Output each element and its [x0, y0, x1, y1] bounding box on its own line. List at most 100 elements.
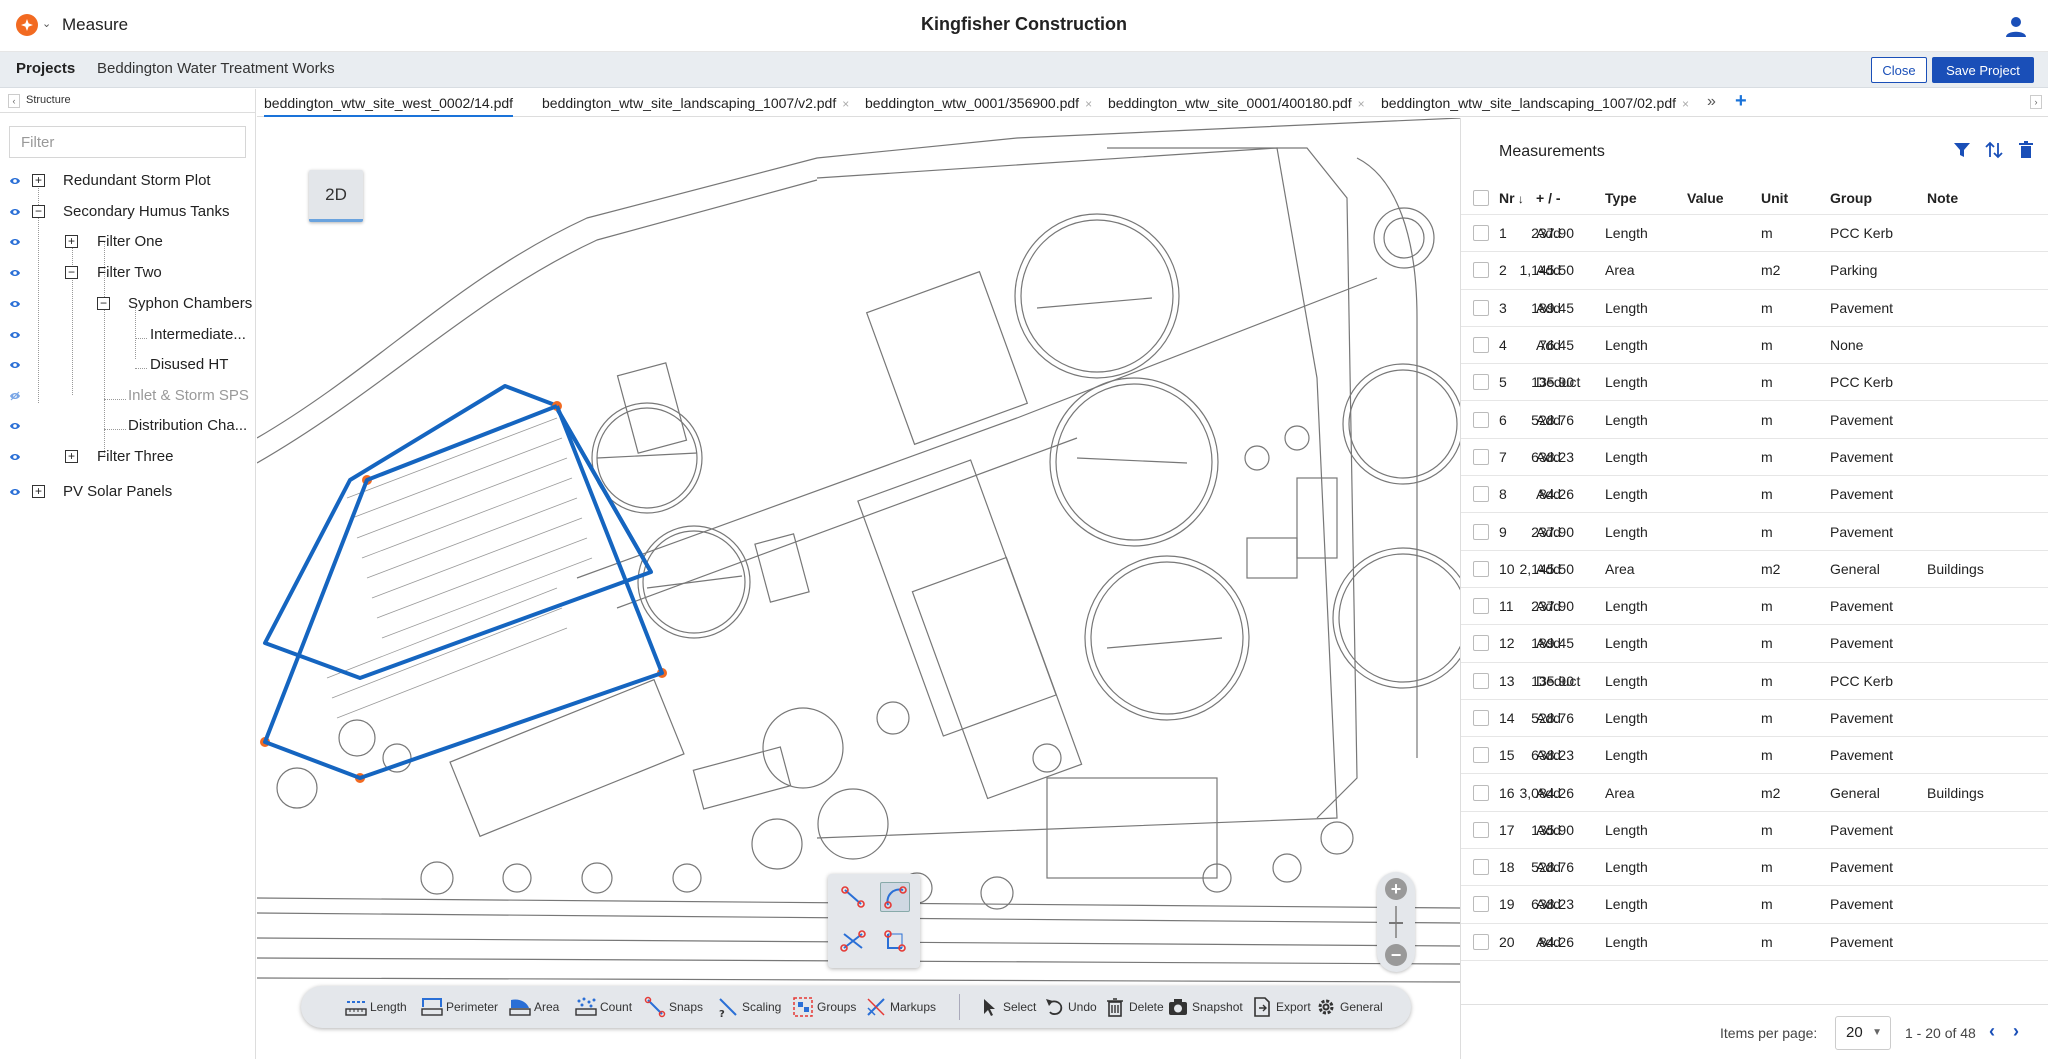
eye-hidden-icon[interactable] — [9, 390, 21, 402]
column-header-group[interactable]: Group — [1830, 190, 1872, 206]
table-row[interactable]: 14 Add Length 528.76 m Pavement — [1461, 700, 2048, 738]
eye-icon[interactable] — [9, 329, 21, 341]
save-project-button[interactable]: Save Project — [1932, 57, 2034, 83]
table-row[interactable]: 19 Add Length 638.23 m Pavement — [1461, 886, 2048, 924]
trash-icon[interactable] — [2016, 140, 2036, 160]
row-checkbox[interactable] — [1473, 299, 1489, 316]
table-row[interactable]: 7 Add Length 638.23 m Pavement — [1461, 439, 2048, 477]
add-tab-icon[interactable]: + — [1735, 90, 1747, 113]
tab-document[interactable]: beddington_wtw_0001/356900.pdf × — [865, 95, 1092, 111]
eye-icon[interactable] — [9, 359, 21, 371]
filter-icon[interactable] — [1952, 140, 1972, 160]
tree-item[interactable]: Intermediate... — [0, 323, 256, 347]
row-checkbox[interactable] — [1473, 821, 1489, 838]
zoom-slider-handle[interactable] — [1389, 922, 1403, 924]
row-checkbox[interactable] — [1473, 560, 1489, 577]
column-header-op[interactable]: + / - — [1536, 190, 1561, 206]
tree-item[interactable]: − Filter Two — [0, 261, 256, 285]
column-header-nr[interactable]: Nr ↓ — [1499, 190, 1524, 206]
structure-filter-input[interactable] — [9, 126, 246, 158]
undo-button[interactable]: Undo — [1043, 995, 1097, 1019]
expand-icon[interactable]: + — [32, 174, 45, 187]
tree-item[interactable]: Disused HT — [0, 353, 256, 377]
snaps-tool-button[interactable]: Snaps — [644, 995, 703, 1019]
collapse-left-icon[interactable]: ‹ — [8, 94, 20, 108]
previous-page-icon[interactable]: ‹ — [1989, 1021, 1995, 1042]
table-row[interactable]: 6 Add Length 528.76 m Pavement — [1461, 401, 2048, 439]
measurement-polygon[interactable] — [263, 384, 653, 680]
chevron-down-icon[interactable]: ⌄ — [42, 17, 51, 30]
snapshot-button[interactable]: Snapshot — [1167, 995, 1243, 1019]
table-row[interactable]: 5 Deduct Length 135.90 m PCC Kerb — [1461, 364, 2048, 402]
tab-document[interactable]: beddington_wtw_site_0001/400180.pdf × — [1108, 95, 1365, 111]
tree-item[interactable]: + Redundant Storm Plot — [0, 169, 256, 193]
column-header-type[interactable]: Type — [1605, 190, 1637, 206]
tab-document[interactable]: beddington_wtw_site_west_0002/14.pdf — [264, 95, 514, 117]
tree-item[interactable]: + PV Solar Panels — [0, 480, 256, 504]
tree-item[interactable]: + Filter One — [0, 230, 256, 254]
close-button[interactable]: Close — [1871, 57, 1927, 83]
export-button[interactable]: Export — [1251, 995, 1311, 1019]
row-checkbox[interactable] — [1473, 747, 1489, 764]
eye-icon[interactable] — [9, 236, 21, 248]
column-header-unit[interactable]: Unit — [1761, 190, 1788, 206]
snap-endpoint-icon[interactable] — [838, 882, 868, 912]
table-row[interactable]: 18 Add Length 528.76 m Pavement — [1461, 849, 2048, 887]
row-checkbox[interactable] — [1473, 672, 1489, 689]
tree-item[interactable]: + Filter Three — [0, 445, 256, 469]
projects-link[interactable]: Projects — [16, 60, 75, 77]
close-tab-icon[interactable]: × — [1358, 97, 1365, 111]
table-row[interactable]: 2 Add Area 1,145.50 m2 Parking — [1461, 252, 2048, 290]
collapse-icon[interactable]: − — [97, 297, 110, 310]
next-page-icon[interactable]: › — [2013, 1021, 2019, 1042]
eye-icon[interactable] — [9, 420, 21, 432]
snap-midpoint-icon[interactable] — [838, 926, 868, 956]
measurement-path[interactable] — [263, 404, 664, 780]
zoom-out-icon[interactable]: − — [1385, 944, 1407, 966]
tab-document[interactable]: beddington_wtw_site_landscaping_1007/v2.… — [542, 95, 849, 111]
row-checkbox[interactable] — [1473, 710, 1489, 726]
row-checkbox[interactable] — [1473, 933, 1489, 950]
eye-icon[interactable] — [9, 175, 21, 187]
collapse-icon[interactable]: − — [32, 205, 45, 218]
more-tabs-icon[interactable]: » — [1707, 93, 1716, 111]
table-row[interactable]: 11 Add Length 237.90 m Pavement — [1461, 588, 2048, 626]
close-tab-icon[interactable]: × — [842, 97, 849, 111]
expand-icon[interactable]: + — [65, 450, 78, 463]
eye-icon[interactable] — [9, 206, 21, 218]
perimeter-tool-button[interactable]: Perimeter — [421, 995, 498, 1019]
row-checkbox[interactable] — [1473, 374, 1489, 391]
row-checkbox[interactable] — [1473, 784, 1489, 801]
table-row[interactable]: 20 Add Length 84.26 m Pavement — [1461, 924, 2048, 961]
table-row[interactable]: 1 Add Length 237.90 m PCC Kerb — [1461, 215, 2048, 253]
collapse-icon[interactable]: − — [65, 266, 78, 279]
length-tool-button[interactable]: Length — [345, 995, 407, 1019]
table-row[interactable]: 17 Add Length 135.90 m Pavement — [1461, 812, 2048, 850]
zoom-in-icon[interactable]: + — [1385, 878, 1407, 900]
table-row[interactable]: 9 Add Length 237.90 m Pavement — [1461, 513, 2048, 551]
tree-item[interactable]: − Secondary Humus Tanks — [0, 200, 256, 224]
tree-item[interactable]: Inlet & Storm SPS — [0, 384, 256, 408]
snap-corner-icon[interactable] — [880, 926, 910, 956]
row-checkbox[interactable] — [1473, 262, 1489, 279]
eye-icon[interactable] — [9, 298, 21, 310]
general-settings-button[interactable]: General — [1315, 995, 1383, 1019]
row-checkbox[interactable] — [1473, 598, 1489, 615]
measurement-vertices[interactable] — [260, 401, 667, 783]
row-checkbox[interactable] — [1473, 523, 1489, 540]
row-checkbox[interactable] — [1473, 486, 1489, 503]
area-tool-button[interactable]: Area — [509, 995, 559, 1019]
close-tab-icon[interactable]: × — [1085, 97, 1092, 111]
snap-curve-icon[interactable] — [880, 882, 910, 912]
drawing-canvas[interactable]: 2D + − Length Perimeter Area Count Snaps… — [257, 118, 1460, 1059]
user-icon[interactable] — [2004, 14, 2028, 38]
column-header-value[interactable]: Value — [1687, 190, 1724, 206]
view-mode-2d-button[interactable]: 2D — [309, 170, 363, 222]
groups-tool-button[interactable]: Groups — [792, 995, 856, 1019]
items-per-page-select[interactable]: 20 ▼ — [1835, 1016, 1891, 1050]
markups-tool-button[interactable]: Markups — [865, 995, 936, 1019]
row-checkbox[interactable] — [1473, 337, 1489, 354]
count-tool-button[interactable]: Count — [575, 995, 632, 1019]
tab-document[interactable]: beddington_wtw_site_landscaping_1007/02.… — [1381, 95, 1689, 111]
select-button[interactable]: Select — [978, 995, 1036, 1019]
